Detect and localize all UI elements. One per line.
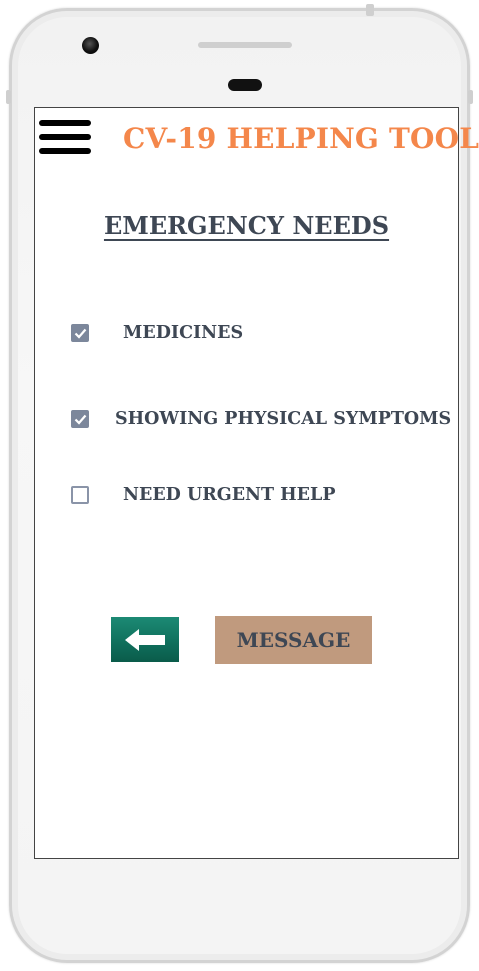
option-label: SHOWING PHYSICAL SYMPTOMS	[115, 409, 452, 429]
front-camera	[82, 37, 99, 54]
arrow-left-icon	[125, 628, 165, 651]
section-title: EMERGENCY NEEDS	[103, 211, 390, 240]
message-button[interactable]: MESSAGE	[215, 616, 372, 664]
checkbox-medicines[interactable]	[71, 324, 89, 342]
hamburger-menu-icon[interactable]	[39, 118, 91, 158]
menu-bar	[39, 148, 91, 154]
checkbox-urgent-help[interactable]	[71, 486, 89, 504]
phone-side-button-right	[468, 90, 473, 104]
menu-bar	[39, 134, 91, 140]
check-icon	[74, 328, 86, 339]
option-medicines[interactable]: MEDICINES	[71, 320, 243, 346]
option-urgent-help[interactable]: NEED URGENT HELP	[71, 482, 335, 508]
proximity-sensor	[228, 79, 262, 91]
app-screen: CV-19 HELPING TOOL EMERGENCY NEEDS MEDIC…	[34, 107, 479, 859]
check-icon	[74, 414, 86, 425]
option-label: NEED URGENT HELP	[123, 485, 336, 505]
option-label: MEDICINES	[123, 323, 244, 343]
back-button[interactable]	[111, 617, 179, 662]
phone-side-button-left	[6, 90, 11, 104]
checkbox-physical-symptoms[interactable]	[71, 410, 89, 428]
phone-power-button	[366, 4, 374, 16]
option-physical-symptoms[interactable]: SHOWING PHYSICAL SYMPTOMS	[71, 406, 451, 432]
app-title: CV-19 HELPING TOOL	[123, 122, 479, 155]
menu-bar	[39, 120, 91, 126]
earpiece-speaker	[198, 42, 292, 48]
